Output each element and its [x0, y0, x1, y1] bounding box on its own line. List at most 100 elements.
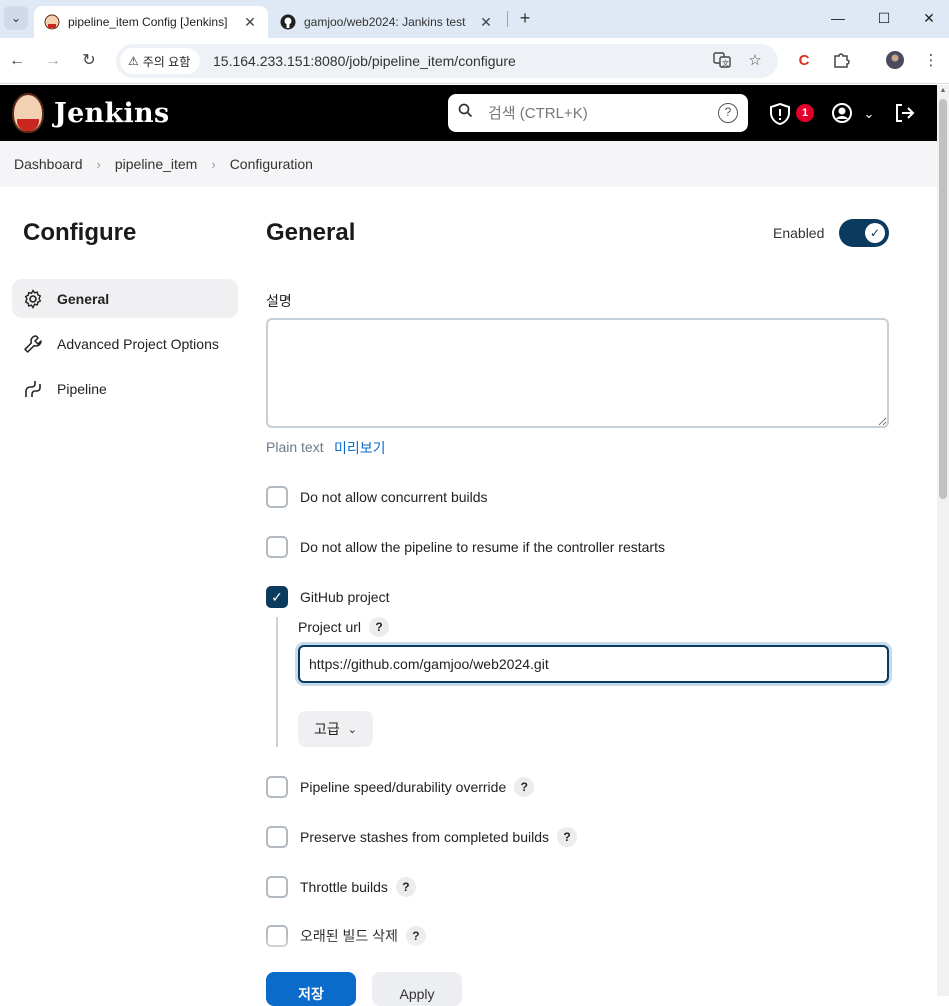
nested-section-bar — [276, 617, 278, 747]
security-warning-chip[interactable]: ⚠ 주의 요함 — [120, 48, 201, 74]
speed-durability-checkbox[interactable] — [266, 776, 288, 798]
help-icon[interactable]: ? — [405, 926, 426, 946]
jenkins-search-box: ? — [448, 94, 748, 132]
new-tab-icon[interactable]: + — [514, 8, 536, 30]
address-bar[interactable]: ⚠ 주의 요함 15.164.233.151:8080/job/pipeline… — [116, 44, 778, 78]
jenkins-favicon-icon — [44, 14, 60, 30]
option-label: Do not allow the pipeline to resume if t… — [300, 539, 665, 555]
section-title: General — [266, 219, 356, 246]
save-button[interactable]: 저장 — [266, 972, 356, 1006]
translate-icon[interactable]: 文 — [712, 51, 732, 71]
sidebar-item-label: Advanced Project Options — [57, 335, 219, 352]
close-tab-icon[interactable]: ✕ — [240, 14, 260, 31]
forward-icon[interactable]: → — [42, 50, 64, 72]
browser-tab-inactive[interactable]: gamjoo/web2024: Jankins test ✕ — [272, 6, 504, 38]
close-tab-icon[interactable]: ✕ — [476, 14, 496, 31]
extension-c-icon[interactable]: C — [793, 50, 815, 72]
preserve-stashes-checkbox[interactable] — [266, 826, 288, 848]
sidebar-item-advanced-project-options[interactable]: Advanced Project Options — [12, 324, 238, 363]
sidebar-item-pipeline[interactable]: Pipeline — [12, 369, 238, 408]
jenkins-logo[interactable]: Jenkins — [12, 93, 169, 133]
alert-count-badge[interactable]: 1 — [796, 104, 814, 122]
user-menu-chevron-icon[interactable]: ⌄ — [860, 102, 878, 126]
wrench-icon — [22, 333, 44, 355]
description-textarea[interactable] — [266, 318, 889, 428]
sidebar-item-label: General — [57, 290, 110, 307]
tab-title: pipeline_item Config [Jenkins] — [68, 15, 228, 29]
reload-icon[interactable]: ↻ — [78, 50, 100, 72]
pipeline-icon — [22, 378, 44, 400]
advanced-button[interactable]: 고급 ⌄ — [298, 711, 373, 747]
throttle-builds-checkbox[interactable] — [266, 876, 288, 898]
help-icon[interactable]: ? — [395, 877, 416, 897]
profile-avatar[interactable] — [884, 50, 906, 72]
help-icon[interactable]: ? — [557, 827, 577, 847]
security-label: 주의 요함 — [142, 54, 191, 69]
url-text[interactable]: 15.164.233.151:8080/job/pipeline_item/co… — [213, 53, 516, 69]
breadcrumb-configuration[interactable]: Configuration — [230, 156, 313, 172]
github-project-checkbox[interactable]: ✓ — [266, 586, 288, 608]
breadcrumb-dashboard[interactable]: Dashboard — [14, 156, 83, 172]
search-input[interactable] — [488, 100, 708, 126]
option-label: Do not allow concurrent builds — [300, 489, 488, 505]
tab-separator — [507, 11, 508, 27]
bookmark-star-icon[interactable]: ☆ — [745, 51, 765, 71]
maximize-icon[interactable]: ☐ — [861, 0, 907, 36]
user-account-icon[interactable] — [830, 102, 854, 126]
enabled-label: Enabled — [773, 225, 825, 241]
help-icon[interactable]: ? — [514, 777, 535, 797]
gear-icon — [22, 288, 44, 310]
search-icon — [458, 103, 473, 122]
browser-menu-icon[interactable]: ⋮ — [920, 50, 942, 72]
warning-triangle-icon: ⚠ — [128, 54, 139, 68]
preview-link[interactable]: 미리보기 — [334, 438, 386, 458]
chevron-down-icon: ⌄ — [10, 11, 22, 25]
minimize-icon[interactable]: — — [815, 0, 861, 36]
option-concurrent-builds: Do not allow concurrent builds — [266, 486, 488, 508]
logout-icon[interactable] — [892, 102, 916, 126]
project-url-label: Project url — [298, 619, 362, 635]
security-shield-icon[interactable] — [768, 102, 792, 126]
back-icon[interactable]: ← — [6, 50, 28, 72]
browser-tab-bar: ⌄ pipeline_item Config [Jenkins] ✕ gamjo… — [0, 0, 949, 38]
option-discard-old-builds: 오래된 빌드 삭제 ? — [266, 925, 426, 947]
github-favicon-icon — [280, 14, 296, 30]
option-speed-durability: Pipeline speed/durability override ? — [266, 776, 535, 798]
breadcrumb-pipeline-item[interactable]: pipeline_item — [115, 156, 198, 172]
project-url-input[interactable] — [298, 645, 889, 683]
search-help-icon[interactable]: ? — [718, 103, 738, 123]
option-label: Pipeline speed/durability override — [300, 779, 507, 795]
project-url-label-row: Project url ? — [298, 616, 390, 638]
option-throttle-builds: Throttle builds ? — [266, 876, 416, 898]
plain-text-label: Plain text — [266, 439, 324, 455]
option-label: Preserve stashes from completed builds — [300, 829, 549, 845]
sidebar-title: Configure — [23, 219, 137, 246]
option-preserve-stashes: Preserve stashes from completed builds ? — [266, 826, 577, 848]
scroll-up-icon[interactable]: ▲ — [939, 87, 947, 95]
window-close-icon[interactable]: ✕ — [906, 0, 949, 36]
help-icon[interactable]: ? — [369, 617, 390, 637]
option-label: GitHub project — [300, 589, 390, 605]
discard-old-builds-checkbox[interactable] — [266, 925, 288, 947]
svg-text:文: 文 — [722, 59, 729, 68]
browser-tab-active[interactable]: pipeline_item Config [Jenkins] ✕ — [34, 6, 268, 38]
resume-pipeline-checkbox[interactable] — [266, 536, 288, 558]
check-icon: ✓ — [865, 223, 885, 243]
apply-button[interactable]: Apply — [372, 972, 462, 1006]
breadcrumb: Dashboard › pipeline_item › Configuratio… — [0, 141, 937, 187]
extensions-puzzle-icon[interactable] — [830, 50, 852, 72]
brand-name: Jenkins — [54, 97, 170, 129]
advanced-button-label: 고급 — [314, 721, 340, 737]
concurrent-builds-checkbox[interactable] — [266, 486, 288, 508]
option-label: 오래된 빌드 삭제 — [300, 928, 398, 944]
chevron-right-icon: › — [211, 156, 216, 172]
sidebar-item-general[interactable]: General — [12, 279, 238, 318]
page-scrollbar[interactable]: ▲ — [937, 85, 949, 996]
tab-search-button[interactable]: ⌄ — [4, 6, 28, 30]
enabled-toggle[interactable]: ✓ — [839, 219, 889, 247]
chevron-down-icon: ⌄ — [347, 723, 357, 736]
jenkins-butler-icon — [12, 93, 44, 133]
sidebar-item-label: Pipeline — [57, 380, 107, 397]
option-github-project: ✓ GitHub project — [266, 586, 389, 608]
scrollbar-thumb[interactable] — [939, 99, 947, 499]
